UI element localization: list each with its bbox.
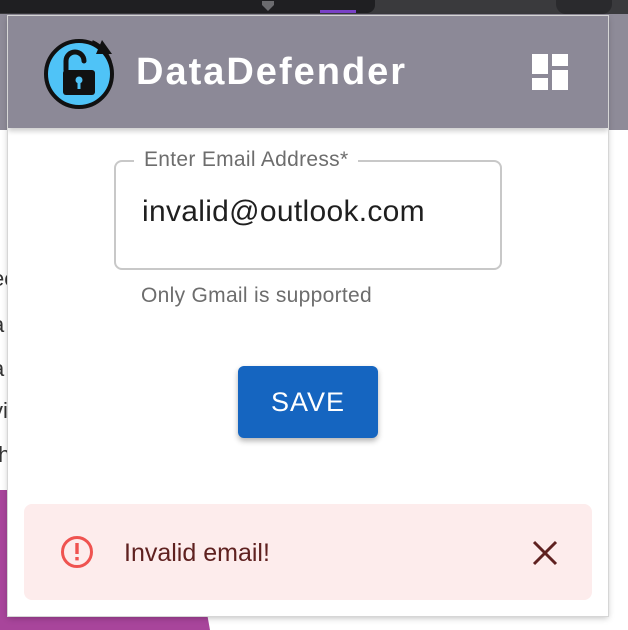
app-bar: DataDefender [8,16,608,128]
error-outline-icon [61,536,93,568]
browser-tab-strip [0,0,375,13]
background-text-fragment: vi [0,398,8,423]
email-field-label: Enter Email Address* [134,146,359,174]
browser-menu-button[interactable] [556,0,612,14]
background-text-fragment: a [0,358,4,380]
required-marker: * [339,148,349,171]
error-alert: Invalid email! [24,504,592,600]
alert-message: Invalid email! [124,539,270,567]
email-input[interactable] [142,192,482,232]
extension-accent [320,10,356,13]
close-icon[interactable] [532,540,558,566]
dashboard-icon[interactable] [532,54,570,90]
save-button[interactable]: SAVE [238,366,378,438]
app-title: DataDefender [136,51,408,93]
email-helper-text: Only Gmail is supported [141,284,372,307]
unlocked-padlock-refresh-icon [44,39,114,109]
email-field[interactable]: Enter Email Address* [114,146,502,270]
extension-popup: DataDefender Enter Email Address* Only G… [8,16,608,616]
background-text-fragment: a [0,314,4,336]
